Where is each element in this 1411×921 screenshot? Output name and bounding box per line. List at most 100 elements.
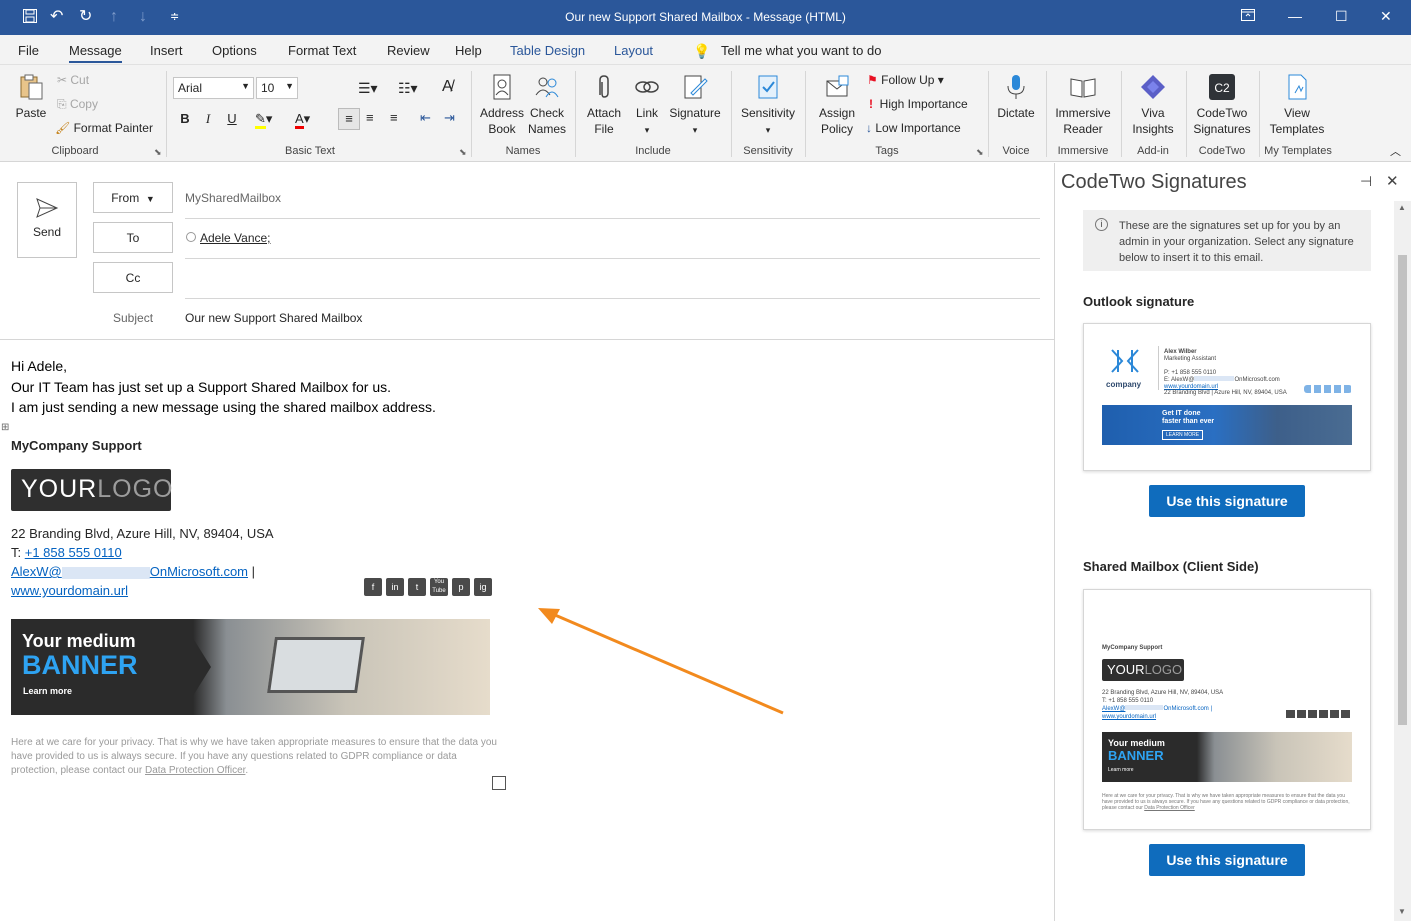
scrollbar-thumb[interactable] xyxy=(1398,255,1407,725)
annotation-arrow xyxy=(538,608,784,715)
address-book-button[interactable]: Address Book xyxy=(478,73,526,137)
cc-button[interactable]: Cc xyxy=(93,262,173,293)
align-right-icon[interactable]: ≡ xyxy=(390,110,398,125)
table-resize-handle[interactable] xyxy=(492,776,506,790)
scroll-up-icon[interactable]: ▲ xyxy=(1398,203,1406,212)
youtube-icon[interactable]: You Tube xyxy=(430,578,448,596)
table-move-handle-icon[interactable]: ⊞ xyxy=(1,422,9,433)
assign-policy-icon xyxy=(826,75,849,97)
linkedin-icon[interactable]: in xyxy=(386,578,404,596)
instagram-icon[interactable]: ig xyxy=(474,578,492,596)
paste-button[interactable]: Paste xyxy=(12,73,50,121)
microphone-icon xyxy=(1007,75,1025,99)
assign-policy-button[interactable]: Assign Policy xyxy=(812,73,862,137)
minimize-icon[interactable]: — xyxy=(1288,8,1302,24)
separator xyxy=(1186,71,1187,157)
immersive-reader-button[interactable]: Immersive Reader xyxy=(1051,73,1115,137)
check-names-icon xyxy=(535,77,559,98)
italic-button[interactable]: I xyxy=(199,111,217,127)
format-painter-button[interactable]: 🖌 Format Painter xyxy=(55,121,153,135)
align-left-icon[interactable]: ≡ xyxy=(338,108,360,130)
low-importance-button[interactable]: ↓ Low Importance xyxy=(866,121,961,135)
tab-review[interactable]: Review xyxy=(387,43,430,58)
ribbon-display-icon[interactable] xyxy=(1241,8,1255,24)
close-pane-icon[interactable]: ✕ xyxy=(1386,172,1399,190)
highlight-icon[interactable]: ✎▾ xyxy=(255,111,272,129)
subject-input[interactable]: Our new Support Shared Mailbox xyxy=(185,311,362,325)
send-button[interactable]: Send xyxy=(17,182,77,258)
decrease-indent-icon[interactable]: ⇤ xyxy=(420,110,431,126)
check-names-button[interactable]: Check Names xyxy=(526,73,568,137)
signature-phone[interactable]: +1 858 555 0110 xyxy=(25,545,122,560)
follow-up-button[interactable]: ⚑ Follow Up ▾ xyxy=(867,73,944,87)
divider xyxy=(185,298,1040,299)
tab-insert[interactable]: Insert xyxy=(150,43,183,58)
bold-button[interactable]: B xyxy=(176,111,194,126)
align-center-icon[interactable]: ≡ xyxy=(366,110,374,125)
codetwo-icon: C2 xyxy=(1209,74,1235,100)
tab-file[interactable]: File xyxy=(18,43,39,58)
tab-format-text[interactable]: Format Text xyxy=(288,43,356,58)
tell-me-search[interactable]: Tell me what you want to do xyxy=(721,43,881,58)
copy-button[interactable]: ⎘ Copy xyxy=(57,97,98,112)
font-color-icon[interactable]: A▾ xyxy=(295,111,310,129)
attach-file-button[interactable]: Attach File xyxy=(583,73,625,137)
pin-icon[interactable]: ⊣ xyxy=(1360,173,1372,190)
use-signature-button-1[interactable]: Use this signature xyxy=(1149,485,1305,517)
increase-indent-icon[interactable]: ⇥ xyxy=(444,110,455,126)
link-button[interactable]: Link ▾ xyxy=(628,73,666,138)
signature-preview-card-1[interactable]: company Alex Wilber Marketing Assistant … xyxy=(1083,323,1371,471)
high-importance-button[interactable]: ! High Importance xyxy=(869,97,968,111)
pinterest-icon[interactable]: p xyxy=(452,578,470,596)
use-signature-button-2[interactable]: Use this signature xyxy=(1149,844,1305,876)
tab-message[interactable]: Message xyxy=(69,43,122,63)
separator xyxy=(575,71,576,157)
body-line[interactable]: Our IT Team has just set up a Support Sh… xyxy=(11,379,391,395)
font-size-select[interactable]: 10 ▼ xyxy=(256,77,298,99)
to-button[interactable]: To xyxy=(93,222,173,253)
font-name-select[interactable]: Arial ▼ xyxy=(173,77,254,99)
tab-layout[interactable]: Layout xyxy=(614,43,653,58)
viva-insights-button[interactable]: Viva Insights xyxy=(1126,73,1180,137)
collapse-ribbon-icon[interactable]: ︿ xyxy=(1390,143,1401,159)
underline-button[interactable]: U xyxy=(223,111,241,126)
numbering-icon[interactable]: ☷▾ xyxy=(398,80,418,97)
codetwo-signatures-button[interactable]: C2 CodeTwo Signatures xyxy=(1190,73,1254,137)
basic-text-dialog-launcher[interactable]: ⬊ xyxy=(459,147,467,158)
banner-mini: Your medium BANNER Learn more xyxy=(1102,732,1352,782)
maximize-icon[interactable]: ☐ xyxy=(1335,8,1348,25)
view-templates-button[interactable]: View Templates xyxy=(1264,73,1330,137)
privacy-link[interactable]: Data Protection Officer xyxy=(145,765,245,776)
sensitivity-group-label: Sensitivity xyxy=(743,145,793,157)
sensitivity-button[interactable]: Sensitivity ▾ xyxy=(738,73,798,138)
pane-scrollbar[interactable]: ▲ ▼ xyxy=(1394,201,1411,921)
facebook-icon[interactable]: f xyxy=(364,578,382,596)
signature-email[interactable]: AlexW@ OnMicrosoft.com xyxy=(11,564,248,579)
signature-button[interactable]: Signature ▾ xyxy=(668,73,722,138)
dictate-button[interactable]: Dictate xyxy=(993,73,1039,121)
twitter-icon[interactable]: t xyxy=(408,578,426,596)
tags-dialog-launcher[interactable]: ⬊ xyxy=(976,147,984,158)
bullets-icon[interactable]: ☰▾ xyxy=(358,80,378,97)
tab-table-design[interactable]: Table Design xyxy=(510,43,585,58)
names-group-label: Names xyxy=(505,145,541,157)
pane-title: CodeTwo Signatures xyxy=(1061,171,1247,193)
to-recipient[interactable]: Adele Vance; xyxy=(200,231,271,245)
clipboard-dialog-launcher[interactable]: ⬊ xyxy=(154,147,162,158)
body-line[interactable]: I am just sending a new message using th… xyxy=(11,399,436,415)
signature-banner[interactable]: Your medium BANNER Learn more xyxy=(11,619,490,715)
close-icon[interactable]: ✕ xyxy=(1380,8,1392,25)
clipboard-group-label: Clipboard xyxy=(51,145,99,157)
signature-preview-card-2[interactable]: MyCompany Support YOURLOGO 22 Branding B… xyxy=(1083,589,1371,830)
clear-formatting-icon[interactable]: A̸ xyxy=(442,78,453,96)
svg-text:C2: C2 xyxy=(1214,81,1230,95)
privacy-disclaimer: Here at we care for your privacy. That i… xyxy=(11,737,497,776)
tab-options[interactable]: Options xyxy=(212,43,257,58)
cut-button[interactable]: ✂ Cut xyxy=(57,73,89,87)
signature-website[interactable]: www.yourdomain.url xyxy=(11,583,128,598)
scroll-down-icon[interactable]: ▼ xyxy=(1398,907,1406,916)
window-title: Our new Support Shared Mailbox - Message… xyxy=(565,10,846,24)
tab-help[interactable]: Help xyxy=(455,43,482,58)
body-line[interactable]: Hi Adele, xyxy=(11,358,67,374)
from-button[interactable]: From ▼ xyxy=(93,182,173,213)
